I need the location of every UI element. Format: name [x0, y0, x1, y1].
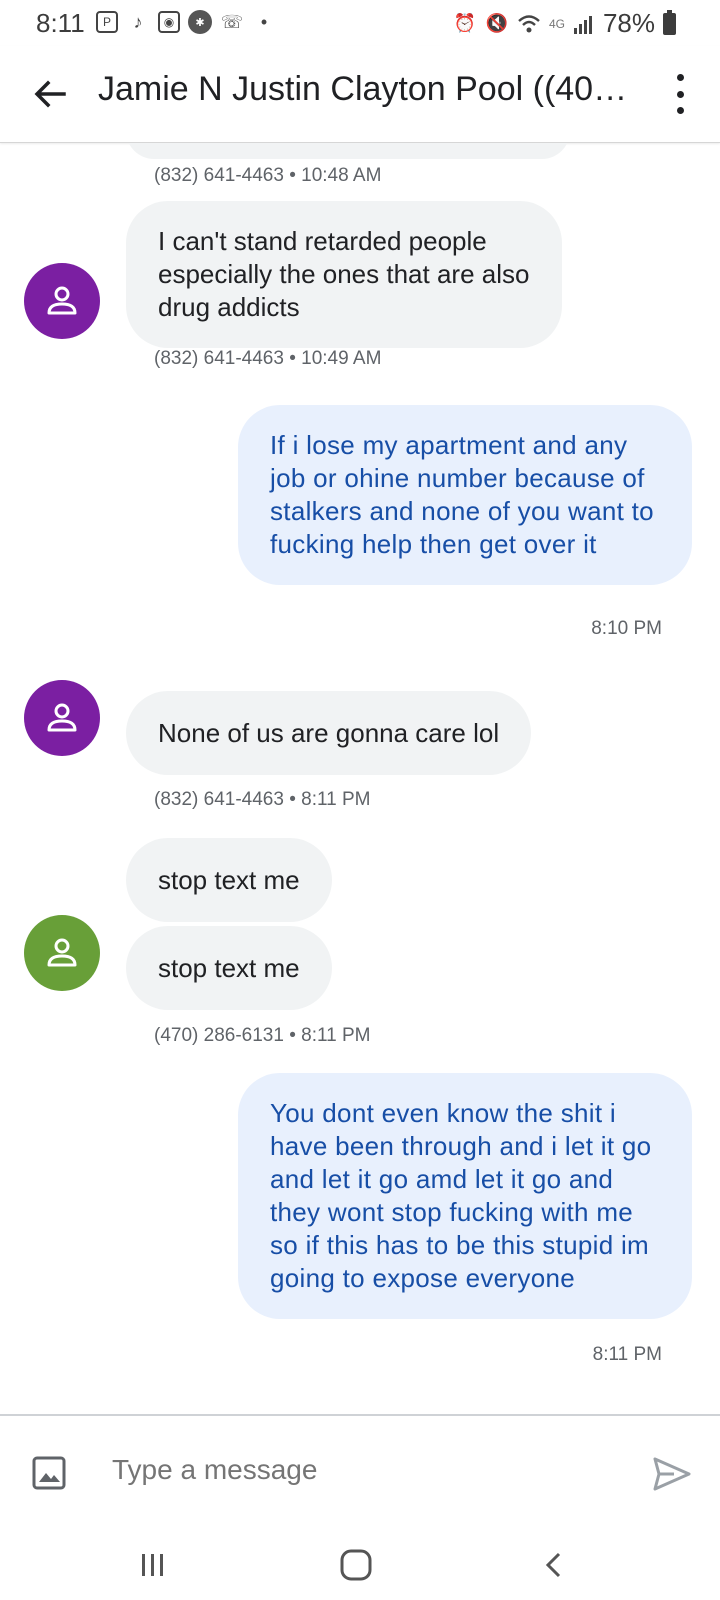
- message-meta: 8:10 PM: [591, 618, 662, 639]
- status-bar: 8:11 P ♪ ◉ ✱ ☏ • ⏰ 🔇 4G 78%: [0, 0, 720, 46]
- status-time: 8:11: [36, 8, 85, 38]
- message-bubble-outgoing[interactable]: You dont even know the shit i have been …: [238, 1073, 692, 1319]
- send-icon[interactable]: [652, 1456, 692, 1492]
- network-type: 4G: [548, 16, 565, 31]
- alarm-icon: ⏰: [453, 13, 477, 33]
- avatar[interactable]: [24, 680, 100, 756]
- message-text: stop text me: [158, 953, 300, 983]
- system-nav-bar: [0, 1532, 720, 1600]
- message-text: I can't stand retarded people especially…: [158, 226, 530, 322]
- person-icon: [47, 703, 77, 732]
- compose-bar: [0, 1414, 720, 1534]
- notification-icon: P: [96, 11, 118, 33]
- battery-icon: [663, 9, 676, 35]
- message-bubble-incoming[interactable]: I can't stand retarded people especially…: [126, 201, 562, 348]
- avatar[interactable]: [24, 915, 100, 991]
- battery-percent: 78%: [602, 8, 655, 38]
- message-bubble-partial[interactable]: [126, 143, 570, 159]
- app-icon: ◉: [158, 11, 180, 33]
- conversation-title[interactable]: Jamie N Justin Clayton Pool ((40…: [98, 70, 638, 109]
- conversation-list[interactable]: (832) 641-4463 • 10:48 AM I can't stand …: [0, 143, 720, 1413]
- app-icon-2: ✱: [188, 10, 212, 34]
- app-bar: Jamie N Justin Clayton Pool ((40…: [0, 46, 720, 143]
- status-system-icons: ⏰ 🔇 4G 78%: [453, 8, 676, 39]
- arrow-left-icon[interactable]: [28, 72, 72, 116]
- message-meta: (832) 641-4463 • 8:11 PM: [154, 789, 371, 810]
- message-input[interactable]: [112, 1454, 592, 1486]
- person-icon: [47, 938, 77, 967]
- message-meta: (832) 641-4463 • 10:48 AM: [154, 165, 382, 186]
- recents-icon[interactable]: [128, 1540, 178, 1590]
- avatar[interactable]: [24, 263, 100, 339]
- message-meta: (832) 641-4463 • 10:49 AM: [154, 348, 382, 369]
- message-text: stop text me: [158, 865, 300, 895]
- wifi-call-icon: ☏: [220, 11, 244, 32]
- dot-icon: •: [260, 11, 268, 32]
- home-icon[interactable]: [331, 1540, 381, 1590]
- image-icon[interactable]: [32, 1456, 66, 1490]
- status-notification-icons: P ♪ ◉ ✱ ☏ •: [96, 10, 276, 34]
- mute-icon: 🔇: [485, 13, 509, 33]
- wifi-icon: [518, 14, 540, 32]
- message-text: If i lose my apartment and any job or oh…: [270, 430, 654, 559]
- person-icon: [47, 286, 77, 315]
- signal-icon: [573, 15, 592, 34]
- message-bubble-incoming[interactable]: stop text me: [126, 838, 332, 922]
- back-icon[interactable]: [530, 1540, 580, 1590]
- more-vert-icon[interactable]: [674, 74, 686, 114]
- message-meta: 8:11 PM: [592, 1344, 662, 1365]
- message-text: None of us are gonna care lol: [158, 718, 500, 748]
- message-text: You dont even know the shit i have been …: [270, 1098, 652, 1293]
- message-bubble-incoming[interactable]: stop text me: [126, 926, 332, 1010]
- tiktok-icon: ♪: [133, 11, 143, 32]
- message-bubble-outgoing[interactable]: If i lose my apartment and any job or oh…: [238, 405, 692, 585]
- message-bubble-incoming[interactable]: None of us are gonna care lol: [126, 691, 532, 775]
- message-meta: (470) 286-6131 • 8:11 PM: [154, 1025, 371, 1046]
